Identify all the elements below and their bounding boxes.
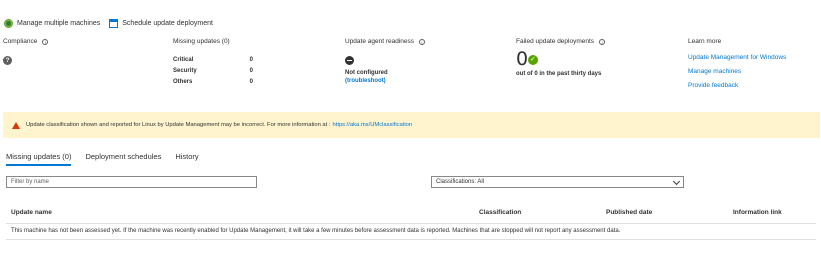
tab-bar: Missing updates (0) Deployment schedules… — [6, 152, 213, 166]
missing-updates-row: Critical 0 — [173, 55, 253, 66]
failed-detail: out of 0 in the past thirty days — [516, 71, 602, 77]
tab-deployment-schedules[interactable]: Deployment schedules — [85, 152, 161, 166]
filter-by-name-input[interactable]: Filter by name — [6, 176, 257, 188]
column-update-name[interactable]: Update name — [11, 209, 52, 216]
question-icon: ? — [3, 56, 12, 65]
link-manage-machines[interactable]: Manage machines — [688, 68, 741, 75]
missing-updates-title: Missing updates (0) — [173, 38, 230, 45]
compliance-title: Compliance — [3, 38, 38, 45]
agent-readiness-tile: Update agent readiness i Not configured … — [345, 38, 426, 84]
failed-deployments-title: Failed update deployments — [516, 38, 595, 45]
summary-panel: Compliance i ? Missing updates (0) Criti… — [0, 38, 821, 98]
empty-table-message: This machine has not been assessed yet. … — [11, 228, 621, 234]
row-label: Others — [173, 79, 193, 85]
classifications-dropdown[interactable]: Classifications: All — [431, 176, 684, 188]
row-label: Security — [173, 68, 197, 74]
manage-multiple-machines-label: Manage multiple machines — [17, 19, 101, 27]
troubleshoot-link[interactable]: (troubleshoot) — [345, 78, 386, 84]
classifications-value: Classifications: All — [436, 179, 485, 185]
link-update-management-windows[interactable]: Update Management for Windows — [688, 54, 786, 61]
row-value: 0 — [249, 68, 253, 74]
missing-updates-row: Security 0 — [173, 66, 253, 77]
learn-more-title: Learn more — [688, 38, 722, 45]
failed-deployments-tile: Failed update deployments i 0 ✓ out of 0… — [516, 38, 606, 77]
missing-updates-breakdown: Critical 0 Security 0 Others 0 — [173, 55, 253, 88]
command-bar: Manage multiple machines Schedule update… — [4, 16, 222, 30]
warning-icon — [12, 121, 20, 129]
schedule-update-deployment-label: Schedule update deployment — [122, 19, 213, 27]
chevron-down-icon — [672, 177, 681, 186]
learn-more-tile: Learn more Update Management for Windows… — [688, 38, 786, 89]
row-value: 0 — [249, 57, 253, 63]
tab-history[interactable]: History — [175, 152, 198, 166]
classification-link[interactable]: https://aka.ms/UMclassification — [333, 122, 413, 128]
compliance-tile: Compliance i — [3, 38, 49, 45]
column-published-date[interactable]: Published date — [606, 209, 652, 216]
agent-status: Not configured — [345, 70, 388, 76]
column-information-link[interactable]: Information link — [733, 209, 782, 216]
schedule-update-deployment-button[interactable]: Schedule update deployment — [109, 18, 213, 28]
table-header: Update name Classification Published dat… — [0, 209, 821, 221]
info-icon[interactable]: i — [419, 38, 426, 45]
missing-updates-row: Others 0 — [173, 77, 253, 88]
agent-readiness-title: Update agent readiness — [345, 38, 415, 45]
not-configured-icon — [345, 56, 354, 65]
check-icon: ✓ — [528, 55, 538, 65]
tab-missing-updates[interactable]: Missing updates (0) — [6, 152, 72, 166]
failed-count: 0 — [516, 48, 529, 70]
manage-multiple-machines-button[interactable]: Manage multiple machines — [4, 18, 101, 28]
link-provide-feedback[interactable]: Provide feedback — [688, 82, 738, 89]
missing-updates-tile: Missing updates (0) Critical 0 Security … — [173, 38, 253, 85]
info-icon[interactable]: i — [42, 38, 49, 45]
gear-icon — [4, 18, 13, 28]
warning-banner: Update classification shown and reported… — [3, 112, 820, 138]
row-value: 0 — [249, 79, 253, 85]
warning-text: Update classification shown and reported… — [26, 122, 331, 128]
column-classification[interactable]: Classification — [479, 209, 521, 216]
row-label: Critical — [173, 57, 194, 63]
divider — [6, 223, 816, 224]
info-icon[interactable]: i — [599, 38, 606, 45]
divider — [6, 239, 816, 240]
calendar-icon — [109, 18, 119, 28]
